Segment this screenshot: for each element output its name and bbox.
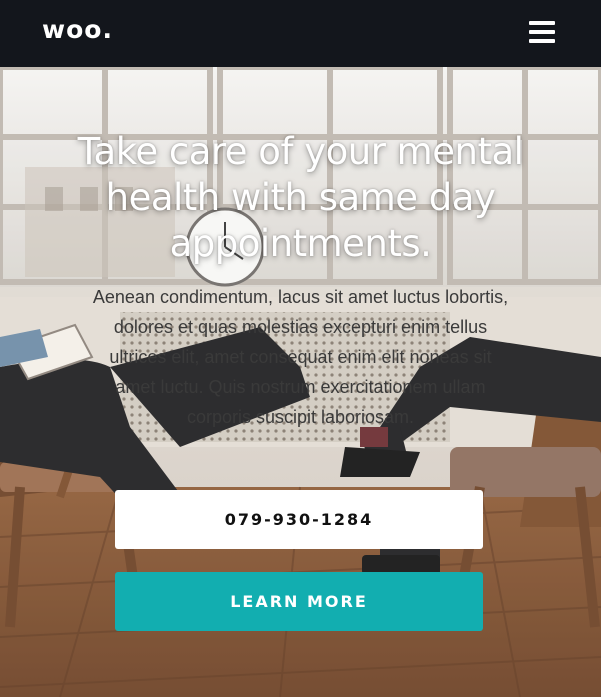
- phone-number-button[interactable]: 079-930-1284: [115, 490, 483, 549]
- hero-headline: Take care of your mental health with sam…: [77, 130, 524, 265]
- top-navigation-bar: woo.: [0, 0, 601, 67]
- site-logo[interactable]: woo.: [42, 13, 113, 47]
- menu-line: [529, 39, 555, 43]
- menu-line: [529, 30, 555, 34]
- page: woo. Take care of your mental health wit…: [0, 0, 601, 697]
- hamburger-menu-icon[interactable]: [526, 18, 558, 48]
- menu-line: [529, 21, 555, 25]
- learn-more-button[interactable]: LEARN MORE: [115, 572, 483, 631]
- hero-section: Take care of your mental health with sam…: [0, 67, 601, 697]
- hero-description: Aenean condimentum, lacus sit amet luctu…: [92, 287, 509, 427]
